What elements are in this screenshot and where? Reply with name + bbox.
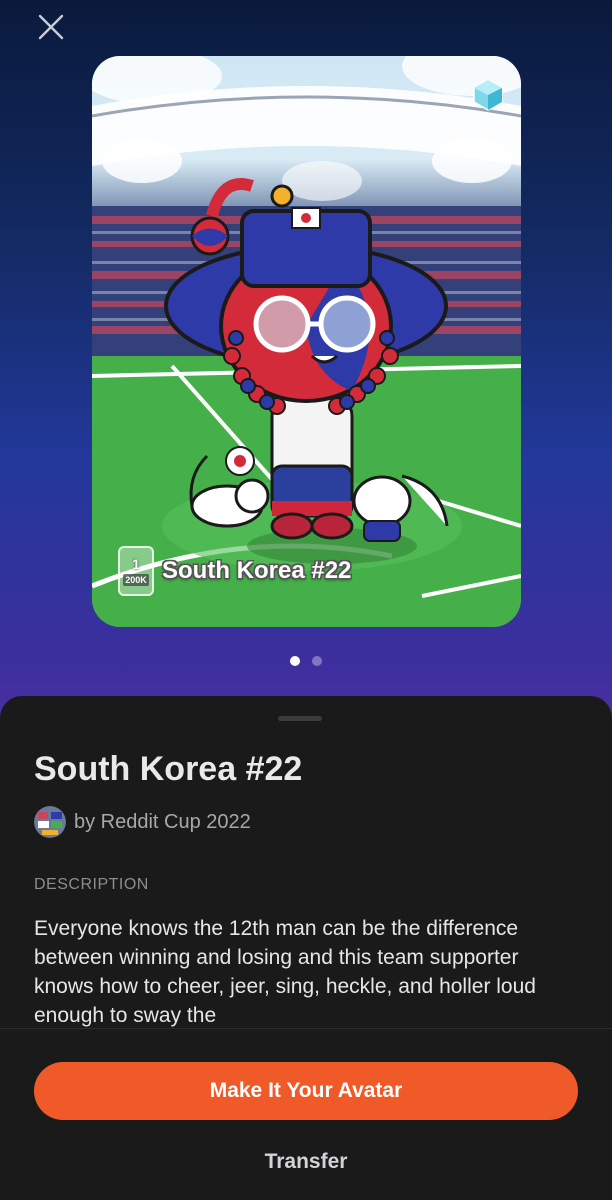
creator-row[interactable]: by Reddit Cup 2022: [34, 806, 251, 838]
collectible-gem-icon: [473, 79, 503, 111]
edition-number: 1: [132, 556, 140, 572]
make-avatar-button[interactable]: Make It Your Avatar: [34, 1062, 578, 1120]
description-text: Everyone knows the 12th man can be the d…: [34, 917, 536, 1027]
sheet-drag-handle[interactable]: [278, 716, 322, 721]
divider: [0, 1028, 612, 1029]
pager-dot-1[interactable]: [290, 656, 300, 666]
edition-total: 200K: [123, 574, 149, 586]
stadium-avatar-illustration: [92, 56, 521, 627]
edition-badge: 1 200K: [118, 546, 154, 596]
card-title: South Korea #22: [162, 557, 352, 584]
description-label: DESCRIPTION: [34, 876, 149, 893]
page-title: South Korea #22: [34, 750, 303, 788]
pager-dot-2[interactable]: [312, 656, 322, 666]
flags-avatar-icon: [34, 806, 66, 838]
card-caption: 1 200K South Korea #22: [118, 546, 351, 596]
avatar-card[interactable]: 1 200K South Korea #22: [92, 56, 521, 627]
close-button[interactable]: [34, 10, 68, 44]
creator-name: by Reddit Cup 2022: [74, 810, 251, 833]
creator-avatar: [34, 806, 66, 838]
close-icon: [38, 14, 64, 40]
transfer-button[interactable]: Transfer: [206, 1144, 406, 1180]
details-sheet: South Korea #22 by Reddit Cup 2022 DESCR…: [0, 696, 612, 1200]
carousel-pager: [0, 656, 612, 666]
